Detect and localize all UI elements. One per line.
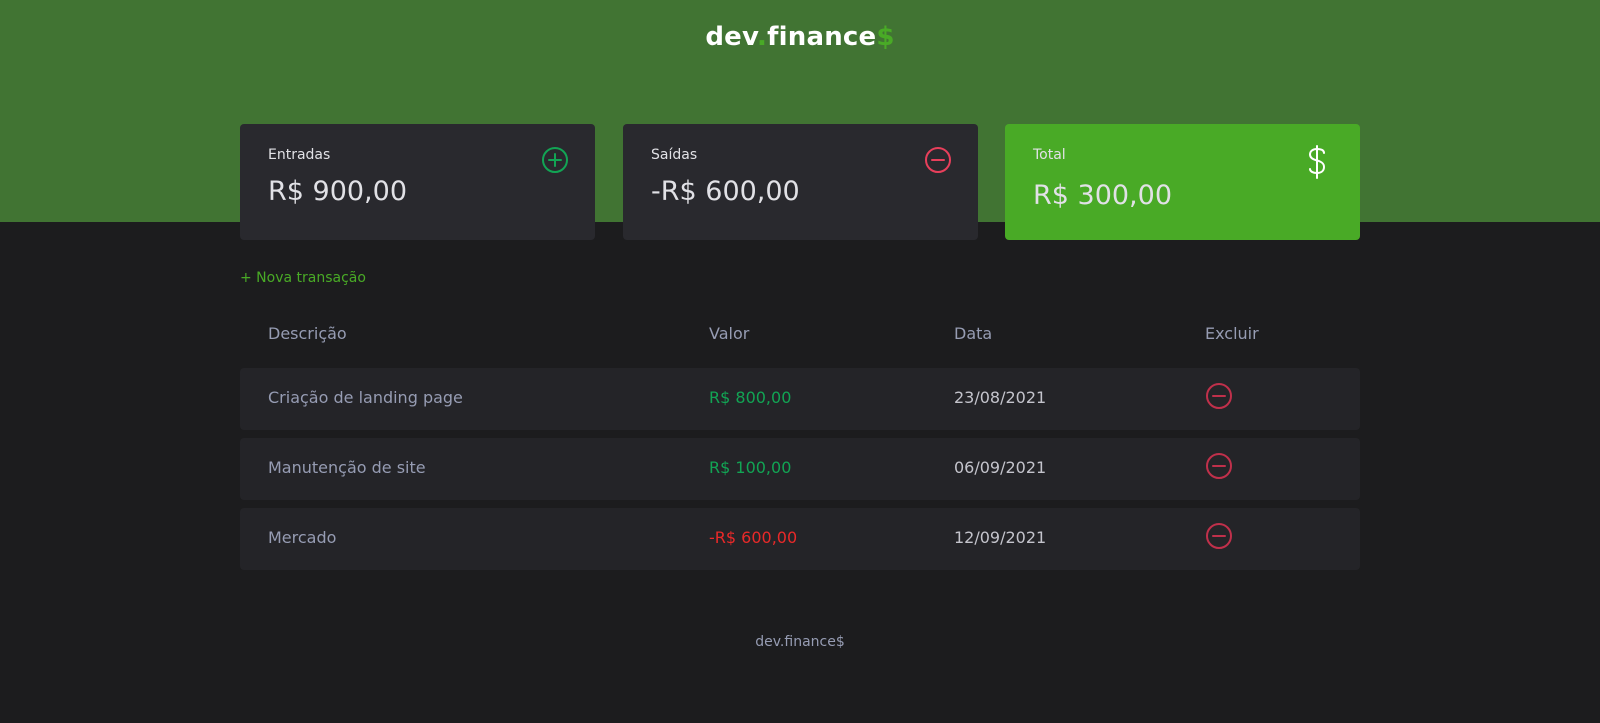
footer: dev.finance$	[755, 634, 845, 650]
balance-cards: Entradas R$ 900,00 Saídas -R$ 600,00 Tot…	[240, 124, 1360, 240]
total-card-value: R$ 300,00	[1033, 180, 1172, 211]
row-value: -R$ 600,00	[709, 528, 798, 547]
header-description: Descrição	[268, 324, 347, 343]
income-card-label: Entradas	[268, 147, 331, 163]
header-date: Data	[954, 324, 993, 343]
logo-main: finance	[767, 22, 877, 52]
row-value: R$ 800,00	[709, 388, 792, 407]
delete-transaction-icon[interactable]	[1205, 522, 1233, 550]
new-transaction-button[interactable]: + Nova transação	[240, 270, 366, 286]
total-card: Total R$ 300,00	[1005, 124, 1360, 240]
expense-card-value: -R$ 600,00	[651, 176, 800, 207]
header-value: Valor	[709, 324, 750, 343]
table-row: Criação de landing page R$ 800,00 23/08/…	[240, 368, 1360, 430]
delete-transaction-icon[interactable]	[1205, 452, 1233, 480]
row-date: 06/09/2021	[954, 458, 1047, 477]
row-description: Criação de landing page	[268, 388, 463, 407]
plus-circle-icon	[542, 147, 568, 173]
row-date: 12/09/2021	[954, 528, 1047, 547]
income-card-value: R$ 900,00	[268, 176, 407, 207]
logo-prefix: dev	[705, 22, 758, 52]
total-card-label: Total	[1033, 147, 1066, 163]
delete-transaction-icon[interactable]	[1205, 382, 1233, 410]
table-row: Mercado -R$ 600,00 12/09/2021	[240, 508, 1360, 570]
row-description: Mercado	[268, 528, 337, 547]
logo-suffix: $	[876, 22, 895, 52]
expense-card-label: Saídas	[651, 147, 698, 163]
dollar-sign-icon	[1308, 145, 1326, 179]
header-delete: Excluir	[1205, 324, 1259, 343]
app-logo: dev.finance$	[0, 22, 1600, 52]
table-header: Descrição Valor Data Excluir	[240, 312, 1360, 368]
income-card: Entradas R$ 900,00	[240, 124, 595, 240]
logo-dot: .	[757, 22, 768, 52]
row-date: 23/08/2021	[954, 388, 1047, 407]
expense-card: Saídas -R$ 600,00	[623, 124, 978, 240]
transactions-table: Descrição Valor Data Excluir Criação de …	[240, 312, 1360, 578]
row-description: Manutenção de site	[268, 458, 426, 477]
row-value: R$ 100,00	[709, 458, 792, 477]
table-row: Manutenção de site R$ 100,00 06/09/2021	[240, 438, 1360, 500]
minus-circle-icon	[925, 147, 951, 173]
